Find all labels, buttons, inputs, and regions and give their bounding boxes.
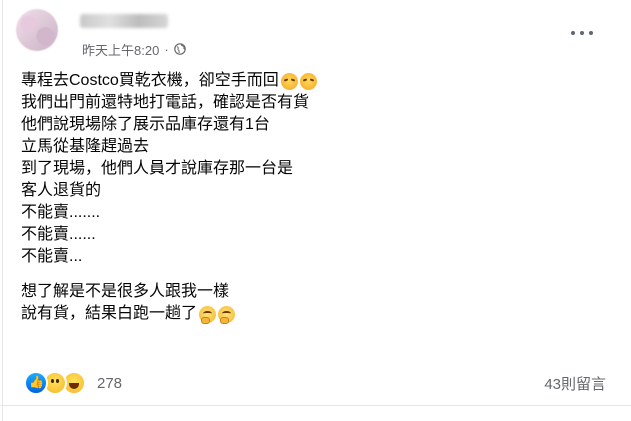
post-line: 他們說現場除了展示品庫存還有1台 xyxy=(21,116,270,133)
globe-icon[interactable] xyxy=(173,43,186,55)
thinking-face-emoji-icon xyxy=(218,305,236,324)
comment-count-link[interactable]: 43則留言 xyxy=(544,373,606,394)
post-text: 專程去Costco買乾衣機，卻空手而回 我們出門前還特地打電話，確認是否有貨 他… xyxy=(21,70,601,325)
reactions-summary[interactable]: 278 xyxy=(24,371,122,395)
post-line: 說有貨，結果白跑一趟了 xyxy=(21,303,601,325)
post-timestamp[interactable]: 昨天上午8:20 xyxy=(82,40,159,59)
post-line-text: 說有貨，結果白跑一趟了 xyxy=(21,305,198,322)
author-name-redacted[interactable] xyxy=(80,14,168,28)
post-line: 不能賣...... xyxy=(21,226,96,243)
post-meta: 昨天上午8:20 · xyxy=(82,40,186,58)
post-line: 不能賣....... xyxy=(21,204,101,221)
steaming-face-emoji-icon xyxy=(299,72,317,90)
post-line: 立馬從基隆趕過去 xyxy=(21,138,150,155)
like-reaction-icon xyxy=(24,371,48,395)
left-divider xyxy=(2,0,3,421)
steaming-face-emoji-icon xyxy=(280,72,298,90)
more-options-icon[interactable] xyxy=(571,26,593,40)
reaction-count[interactable]: 278 xyxy=(97,375,122,392)
post-line: 到了現場，他們人員才說庫存那一台是 xyxy=(21,160,294,177)
footer-divider xyxy=(0,405,631,406)
post-card: 昨天上午8:20 · 專程去Costco買乾衣機，卻空手而回 我們出門前還特地打… xyxy=(0,0,631,421)
thinking-face-emoji-icon xyxy=(199,305,217,324)
post-line: 客人退貨的 xyxy=(21,182,102,199)
post-line-text: 專程去Costco買乾衣機，卻空手而回 xyxy=(21,72,279,89)
post-line: 專程去Costco買乾衣機，卻空手而回 xyxy=(21,70,601,92)
post-line: 不能賣... xyxy=(21,248,83,265)
post-line: 想了解是不是很多人跟我一樣 xyxy=(21,283,230,300)
post-line: 我們出門前還特地打電話，確認是否有貨 xyxy=(21,94,310,111)
avatar[interactable] xyxy=(16,9,58,51)
